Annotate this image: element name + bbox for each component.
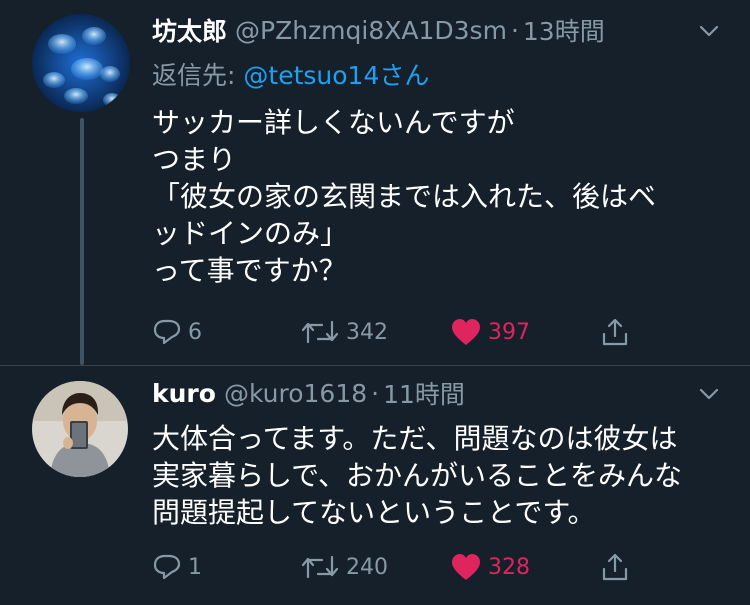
reply-label: 返信先:: [152, 61, 236, 90]
reply-count: 1: [188, 554, 202, 580]
tweet-actions: 1 240 328: [152, 547, 652, 587]
display-name[interactable]: kuro: [152, 379, 216, 408]
chevron-down-icon[interactable]: [698, 20, 720, 42]
timestamp[interactable]: 13時間: [523, 12, 605, 48]
retweet-icon: [300, 553, 340, 581]
username[interactable]: @PZhzmqi8XA1D3sm: [235, 16, 507, 45]
heart-filled-icon: [450, 318, 482, 346]
share-icon: [600, 552, 630, 582]
reply-context: 返信先: @tetsuo14さん: [152, 56, 429, 92]
thread-connector-line: [80, 118, 84, 365]
tweet-header: kuro @kuro1618 · 11時間: [152, 373, 720, 413]
person-avatar-image: [32, 381, 128, 477]
like-count: 397: [488, 319, 530, 345]
tweet-text: 大体合ってます。ただ、問題なのは彼女は 実家暮らしで、おかんがいることをみんな …: [152, 422, 683, 529]
heart-filled-icon: [450, 553, 482, 581]
retweet-icon: [300, 318, 340, 346]
tweet-actions: 6 342 397: [152, 312, 652, 352]
reply-count: 6: [188, 319, 202, 345]
share-button[interactable]: [600, 317, 630, 347]
avatar[interactable]: [32, 14, 130, 112]
tweet-header: 坊太郎 @PZhzmqi8XA1D3sm · 13時間: [152, 10, 720, 50]
tweet-1[interactable]: 坊太郎 @PZhzmqi8XA1D3sm · 13時間 返信先: @tetsuo…: [0, 0, 750, 365]
like-count: 328: [488, 554, 530, 580]
separator: ·: [510, 15, 519, 45]
tweet-text: サッカー詳しくないんですが つまり 「彼女の家の玄関までは入れた、後はベ ッドイ…: [152, 106, 657, 287]
avatar[interactable]: [32, 381, 128, 477]
reply-button[interactable]: 6: [152, 318, 202, 346]
share-icon: [600, 317, 630, 347]
retweet-count: 240: [346, 554, 388, 580]
username[interactable]: @kuro1618: [224, 379, 367, 408]
reply-icon: [152, 318, 182, 346]
jellyfish-avatar-image: [32, 14, 130, 112]
reply-icon: [152, 553, 182, 581]
reply-button[interactable]: 1: [152, 553, 202, 581]
retweet-button[interactable]: 240: [300, 553, 388, 581]
chevron-down-icon[interactable]: [698, 383, 720, 405]
reply-mention-link[interactable]: @tetsuo14さん: [243, 61, 429, 90]
like-button[interactable]: 328: [450, 553, 530, 581]
separator: ·: [371, 378, 380, 408]
tweet-2[interactable]: kuro @kuro1618 · 11時間 大体合ってます。ただ、問題なのは彼女…: [0, 365, 750, 605]
timestamp[interactable]: 11時間: [383, 375, 465, 411]
display-name[interactable]: 坊太郎: [152, 12, 227, 48]
share-button[interactable]: [600, 552, 630, 582]
retweet-count: 342: [346, 319, 388, 345]
like-button[interactable]: 397: [450, 318, 530, 346]
retweet-button[interactable]: 342: [300, 318, 388, 346]
